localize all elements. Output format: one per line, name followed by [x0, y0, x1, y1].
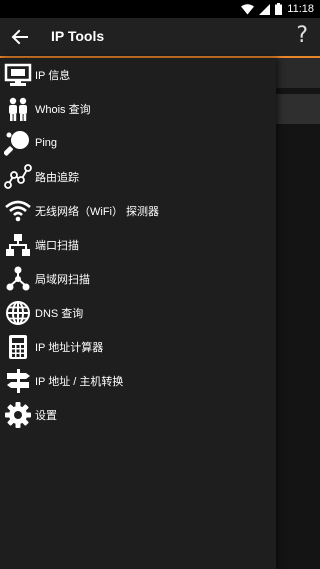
- port-network-icon: [1, 228, 35, 262]
- wifi-status-icon: [241, 3, 255, 14]
- gear-icon: [1, 398, 35, 432]
- route-trace-icon: [1, 160, 35, 194]
- help-button[interactable]: ?: [296, 23, 308, 48]
- menu-item-label: 路由追踪: [35, 172, 79, 184]
- menu-item-label: Ping: [35, 137, 58, 149]
- menu-item-settings[interactable]: 设置: [0, 398, 276, 432]
- signal-icon: [259, 3, 271, 15]
- status-bar: 11:18: [0, 0, 320, 18]
- content-header-strip: [276, 58, 320, 88]
- menu-item-label: DNS 查询: [35, 308, 84, 320]
- monitor-icon: [1, 58, 35, 92]
- menu-item-whois[interactable]: Whois 查询: [0, 92, 276, 126]
- menu-item-label: IP 信息: [35, 70, 71, 82]
- menu-item-label: IP 地址 / 主机转换: [35, 376, 124, 388]
- menu-item-dns-lookup[interactable]: DNS 查询: [0, 296, 276, 330]
- menu-item-ip-calculator[interactable]: IP 地址计算器: [0, 330, 276, 364]
- menu-item-ip-info[interactable]: IP 信息: [0, 58, 276, 92]
- menu-item-label: Whois 查询: [35, 104, 91, 116]
- menu-item-label: 端口扫描: [35, 240, 79, 252]
- status-time: 11:18: [287, 3, 314, 15]
- menu-item-lan-scan[interactable]: 局域网扫描: [0, 262, 276, 296]
- app-title: IP Tools: [51, 28, 105, 44]
- menu-item-traceroute[interactable]: 路由追踪: [0, 160, 276, 194]
- menu-item-label: IP 地址计算器: [35, 342, 104, 354]
- signpost-icon: [1, 364, 35, 398]
- menu-item-label: 局域网扫描: [35, 274, 90, 286]
- menu-item-ip-host-convert[interactable]: IP 地址 / 主机转换: [0, 364, 276, 398]
- menu-item-port-scan[interactable]: 端口扫描: [0, 228, 276, 262]
- menu-item-label: 设置: [35, 410, 57, 422]
- back-arrow-icon[interactable]: [9, 26, 31, 48]
- navigation-drawer: IP 信息 Whois 查询 Ping 路由追踪 无线网络（WiFi） 探测器 …: [0, 58, 276, 569]
- menu-item-ping[interactable]: Ping: [0, 126, 276, 160]
- people-icon: [1, 92, 35, 126]
- lan-icon: [1, 262, 35, 296]
- status-icons: 11:18: [241, 1, 314, 17]
- content-row-strip: [276, 94, 320, 124]
- ping-pong-icon: [1, 126, 35, 160]
- menu-item-label: 无线网络（WiFi） 探测器: [35, 206, 160, 218]
- calculator-icon: [1, 330, 35, 364]
- menu-item-wifi-detector[interactable]: 无线网络（WiFi） 探测器: [0, 194, 276, 228]
- battery-icon: [275, 3, 283, 15]
- app-bar: IP Tools ?: [0, 18, 320, 56]
- wifi-icon: [1, 194, 35, 228]
- globe-icon: [1, 296, 35, 330]
